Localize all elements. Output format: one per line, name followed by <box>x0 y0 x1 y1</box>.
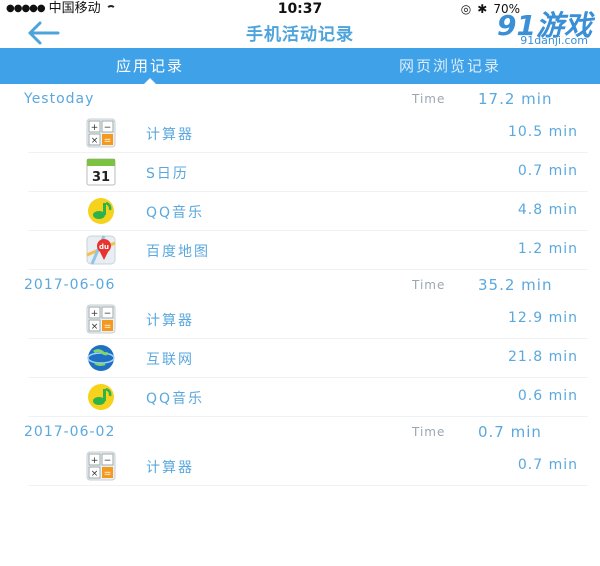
tab-web-records[interactable]: 网页浏览记录 <box>300 48 600 84</box>
svg-text:+: + <box>91 456 99 466</box>
svg-text:=: = <box>104 136 112 146</box>
app-name: S日历 <box>146 166 189 182</box>
lock-rotation-icon: ◎ <box>460 2 472 16</box>
svg-text:×: × <box>91 469 99 479</box>
svg-text:=: = <box>104 469 112 479</box>
app-name: QQ音乐 <box>146 205 205 221</box>
watermark-logo: 91游戏 91danji.com <box>492 0 596 50</box>
svg-text:+: + <box>91 123 99 133</box>
svg-text:=: = <box>104 322 112 332</box>
list-item[interactable]: du 百度地图 1.2 min <box>28 231 588 270</box>
calculator-icon: + − × = <box>86 118 116 148</box>
list-item[interactable]: + − × = 计算器 0.7 min <box>28 447 588 486</box>
group-total: 35.2 min <box>478 276 553 294</box>
app-duration: 0.6 min <box>517 388 578 404</box>
time-label: Time <box>412 278 446 292</box>
baidu-map-icon: du <box>86 235 116 265</box>
calculator-icon: + − × = <box>86 304 116 334</box>
list-item[interactable]: + − × = 计算器 10.5 min <box>28 114 588 153</box>
app-duration: 0.7 min <box>517 457 578 473</box>
globe-icon <box>86 343 116 373</box>
app-duration: 21.8 min <box>507 349 578 365</box>
app-duration: 4.8 min <box>517 202 578 218</box>
group-header: Yestoday Time 17.2 min <box>0 84 600 114</box>
app-name: 计算器 <box>146 127 194 143</box>
app-name: 计算器 <box>146 313 194 329</box>
group-date: 2017-06-02 <box>24 424 116 440</box>
tab-app-records[interactable]: 应用记录 <box>0 48 300 84</box>
watermark-url: 91danji.com <box>520 34 588 47</box>
group-total: 17.2 min <box>478 90 553 108</box>
group-date: 2017-06-06 <box>24 277 116 293</box>
records-list: Yestoday Time 17.2 min + − × = 计算器 10.5 mi… <box>0 84 600 486</box>
svg-text:×: × <box>91 322 99 332</box>
calendar-icon: 31 <box>86 157 116 187</box>
calculator-icon: + − × = <box>86 451 116 481</box>
group-header: 2017-06-02 Time 0.7 min <box>0 417 600 447</box>
tab-bar: 应用记录 网页浏览记录 <box>0 48 600 84</box>
calendar-icon-text: 31 <box>92 170 110 185</box>
app-name: 百度地图 <box>146 244 210 260</box>
list-item[interactable]: 31 S日历 0.7 min <box>28 153 588 192</box>
app-name: QQ音乐 <box>146 391 205 407</box>
qq-music-icon <box>86 196 116 226</box>
group-date: Yestoday <box>24 91 95 107</box>
qq-music-icon <box>86 382 116 412</box>
svg-text:+: + <box>91 309 99 319</box>
app-name: 互联网 <box>146 352 194 368</box>
group-total: 0.7 min <box>478 423 542 441</box>
list-item[interactable]: + − × = 计算器 12.9 min <box>28 300 588 339</box>
group-header: 2017-06-06 Time 35.2 min <box>0 270 600 300</box>
svg-text:−: − <box>104 123 112 133</box>
svg-text:−: − <box>104 309 112 319</box>
svg-text:−: − <box>104 456 112 466</box>
list-item[interactable]: 互联网 21.8 min <box>28 339 588 378</box>
list-item[interactable]: QQ音乐 4.8 min <box>28 192 588 231</box>
app-duration: 0.7 min <box>517 163 578 179</box>
app-duration: 1.2 min <box>517 241 578 257</box>
app-name: 计算器 <box>146 460 194 476</box>
time-label: Time <box>412 425 446 439</box>
time-label: Time <box>412 92 446 106</box>
list-item[interactable]: QQ音乐 0.6 min <box>28 378 588 417</box>
app-duration: 10.5 min <box>507 124 578 140</box>
app-duration: 12.9 min <box>507 310 578 326</box>
baidu-map-icon-text: du <box>99 243 109 251</box>
bluetooth-icon: ✱ <box>477 2 488 16</box>
svg-text:×: × <box>91 136 99 146</box>
